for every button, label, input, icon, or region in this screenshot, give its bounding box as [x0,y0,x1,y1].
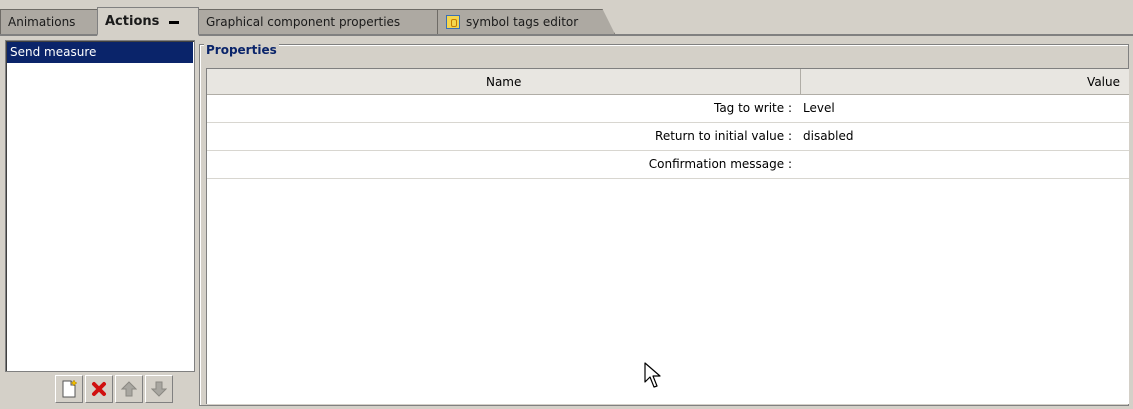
move-down-button[interactable] [145,375,173,403]
properties-legend: Properties [204,42,279,58]
table-row[interactable]: Return to initial value : disabled [207,123,1129,151]
property-value[interactable] [802,151,1129,178]
tab-actions[interactable]: Actions [97,7,199,36]
tab-symbol-tags-editor[interactable]: symbol tags editor [437,9,615,34]
table-row[interactable]: Tag to write : Level [207,95,1129,123]
new-document-icon [62,380,78,398]
tab-graphical-label: Graphical component properties [206,15,401,29]
symbol-tags-icon [446,15,460,29]
column-header-value[interactable]: Value [801,69,1129,95]
list-item[interactable]: Send measure [7,42,193,63]
list-button-bar [55,375,173,405]
tab-strip: Animations Graphical component propertie… [0,0,1133,36]
move-up-button[interactable] [115,375,143,403]
tab-close-icon[interactable] [169,20,180,24]
table-row[interactable]: Confirmation message : [207,151,1129,179]
property-value[interactable]: Level [802,95,1129,122]
tab-symbols-label: symbol tags editor [466,15,579,29]
tab-animations-label: Animations [8,15,76,29]
delete-action-button[interactable] [85,375,113,403]
actions-list[interactable]: Send measure [5,40,195,372]
grid-header: Name Value [207,69,1129,95]
tab-actions-label: Actions [105,13,160,29]
column-header-name[interactable]: Name [207,69,802,95]
actions-list-panel: Send measure [5,40,195,406]
mouse-cursor-icon [644,362,661,388]
properties-grid: Name Value Tag to write : Level Return t… [206,68,1129,404]
property-value[interactable]: disabled [802,123,1129,150]
arrow-up-icon [121,381,137,397]
actions-editor-window: Animations Graphical component propertie… [0,0,1133,409]
tab-animations[interactable]: Animations [0,9,98,34]
property-name: Confirmation message : [648,157,792,171]
arrow-down-icon [151,381,167,397]
tab-graphical-component-properties[interactable]: Graphical component properties [198,9,438,34]
delete-x-icon [92,382,106,396]
property-name: Return to initial value : [655,129,792,143]
property-name: Tag to write : [713,101,792,115]
new-action-button[interactable] [55,375,83,403]
